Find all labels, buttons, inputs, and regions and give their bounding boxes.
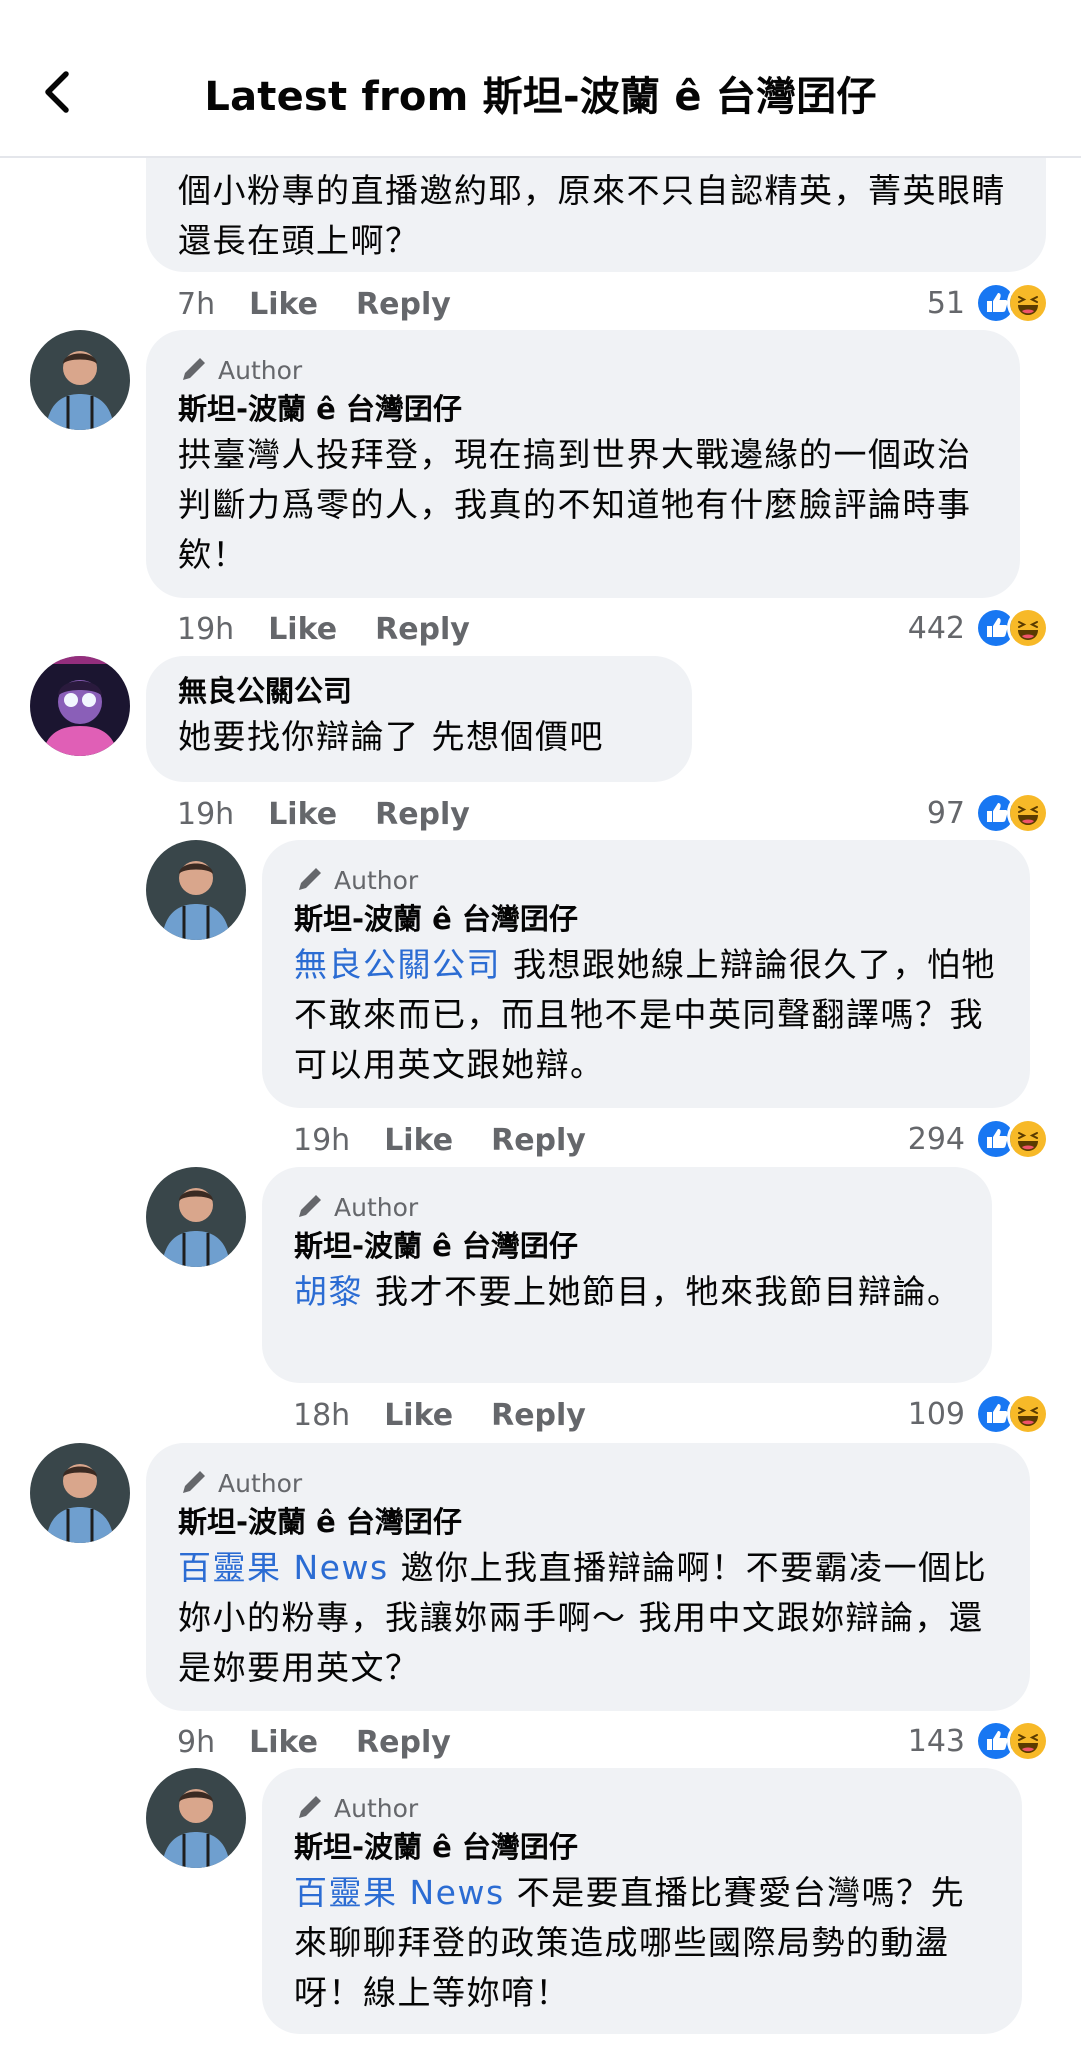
comment-actions: 9h Like Reply: [177, 1720, 489, 1764]
reaction-summary[interactable]: 51: [927, 279, 1049, 327]
like-button[interactable]: Like: [268, 797, 337, 832]
author-badge: Author: [178, 1465, 1000, 1501]
avatar[interactable]: [30, 330, 130, 430]
comment-actions: 7h Like Reply: [177, 282, 489, 326]
reaction-summary[interactable]: 109: [908, 1390, 1049, 1438]
reaction-count: 109: [907, 1396, 965, 1432]
comment-text: 拱臺灣人投拜登，現在搞到世界大戰邊緣的一個政治判斷力爲零的人，我真的不知道牠有什…: [178, 435, 972, 574]
reply-button[interactable]: Reply: [491, 1398, 586, 1433]
comment-author[interactable]: 斯坦-波蘭 ê 台灣囝仔: [294, 898, 1000, 940]
comment-text: 無良公關公司 我想跟她線上辯論很久了，怕牠不敢來而已，而且牠不是中英同聲翻譯嗎？…: [294, 940, 1000, 1090]
author-badge: Author: [294, 1189, 962, 1225]
author-badge-label: Author: [218, 355, 303, 385]
haha-reaction-icon: [1007, 1393, 1049, 1435]
reaction-count: 294: [907, 1121, 965, 1157]
avatar[interactable]: [146, 840, 246, 940]
comment-bubble: Author 斯坦-波蘭 ê 台灣囝仔 百靈果 News 邀你上我直播辯論啊！不…: [146, 1443, 1030, 1711]
comment-time: 9h: [177, 1724, 216, 1760]
reply-button[interactable]: Reply: [491, 1123, 586, 1158]
comment-time: 7h: [177, 286, 216, 322]
author-badge-label: Author: [334, 1793, 419, 1823]
like-button[interactable]: Like: [384, 1398, 453, 1433]
avatar[interactable]: [30, 1443, 130, 1543]
reply-button[interactable]: Reply: [375, 612, 470, 647]
comment-bubble: 無良公關公司 她要找你辯論了 先想個價吧: [146, 656, 692, 782]
like-button[interactable]: Like: [249, 287, 318, 322]
pen-icon: [183, 1471, 205, 1493]
reaction-count: 442: [907, 610, 965, 646]
comment-time: 19h: [177, 611, 235, 647]
mention-link[interactable]: 百靈果 News: [178, 1548, 389, 1587]
comment-actions: 19h Like Reply: [293, 1118, 624, 1162]
comment-text: 個小粉專的直播邀約耶，原來不只自認精英，菁英眼睛還長在頭上啊？: [178, 171, 1006, 260]
author-badge-label: Author: [334, 1192, 419, 1222]
reaction-count: 143: [907, 1723, 965, 1759]
like-button[interactable]: Like: [249, 1725, 318, 1760]
mention-link[interactable]: 無良公關公司: [294, 945, 501, 984]
haha-reaction-icon: [1007, 792, 1049, 834]
reaction-count: 97: [926, 795, 965, 831]
mention-link[interactable]: 百靈果 News: [294, 1873, 505, 1912]
comment-author[interactable]: 斯坦-波蘭 ê 台灣囝仔: [294, 1826, 992, 1868]
avatar[interactable]: [146, 1167, 246, 1267]
comment-bubble: Author 斯坦-波蘭 ê 台灣囝仔 拱臺灣人投拜登，現在搞到世界大戰邊緣的一…: [146, 330, 1020, 598]
comment-bubble: Author 斯坦-波蘭 ê 台灣囝仔 百靈果 News 不是要直播比賽愛台灣嗎…: [262, 1768, 1022, 2034]
like-button[interactable]: Like: [268, 612, 337, 647]
comment-actions: 19h Like Reply: [177, 792, 508, 836]
comment-author[interactable]: 斯坦-波蘭 ê 台灣囝仔: [294, 1225, 962, 1267]
reply-button[interactable]: Reply: [375, 797, 470, 832]
like-button[interactable]: Like: [384, 1123, 453, 1158]
comment-time: 19h: [177, 796, 235, 832]
reply-button[interactable]: Reply: [356, 1725, 451, 1760]
reply-button[interactable]: Reply: [356, 287, 451, 322]
comment-bubble: Author 斯坦-波蘭 ê 台灣囝仔 無良公關公司 我想跟她線上辯論很久了，怕…: [262, 840, 1030, 1108]
page-title: Latest from 斯坦-波蘭 ê 台灣囝仔: [204, 74, 877, 120]
mention-link[interactable]: 胡黎: [294, 1272, 363, 1311]
comment-actions: 19h Like Reply: [177, 607, 508, 651]
comment-text: 她要找你辯論了 先想個價吧: [178, 717, 604, 756]
pen-icon: [299, 868, 321, 890]
avatar[interactable]: [146, 1768, 246, 1868]
top-bar: Latest from 斯坦-波蘭 ê 台灣囝仔: [0, 0, 1081, 158]
comment-text: 百靈果 News 不是要直播比賽愛台灣嗎？先來聊聊拜登的政策造成哪些國際局勢的動…: [294, 1868, 992, 2018]
pen-icon: [299, 1195, 321, 1217]
reaction-count: 51: [926, 285, 965, 321]
comment-bubble: Author 斯坦-波蘭 ê 台灣囝仔 胡黎 我才不要上她節目，牠來我節目辯論。: [262, 1167, 992, 1383]
comment-text: 百靈果 News 邀你上我直播辯論啊！不要霸凌一個比妳小的粉專，我讓妳兩手啊～ …: [178, 1543, 1000, 1693]
pen-icon: [183, 358, 205, 380]
author-badge: Author: [294, 862, 1000, 898]
avatar[interactable]: [30, 656, 130, 756]
comment-text: 胡黎 我才不要上她節目，牠來我節目辯論。: [294, 1267, 962, 1317]
comment-author[interactable]: 斯坦-波蘭 ê 台灣囝仔: [178, 1501, 1000, 1543]
comment-time: 19h: [293, 1122, 351, 1158]
haha-reaction-icon: [1007, 1720, 1049, 1762]
author-badge-label: Author: [218, 1468, 303, 1498]
comment-body: 我才不要上她節目，牠來我節目辯論。: [363, 1272, 962, 1311]
comment-actions: 18h Like Reply: [293, 1393, 624, 1437]
author-badge: Author: [294, 1790, 992, 1826]
reaction-summary[interactable]: 294: [908, 1115, 1049, 1163]
comment-author[interactable]: 斯坦-波蘭 ê 台灣囝仔: [178, 388, 990, 430]
haha-reaction-icon: [1007, 1118, 1049, 1160]
haha-reaction-icon: [1007, 607, 1049, 649]
reaction-summary[interactable]: 97: [927, 789, 1049, 837]
reaction-summary[interactable]: 143: [908, 1717, 1049, 1765]
reaction-summary[interactable]: 442: [908, 604, 1049, 652]
author-badge-label: Author: [334, 865, 419, 895]
pen-icon: [299, 1796, 321, 1818]
comment-author[interactable]: 無良公關公司: [178, 670, 662, 712]
comment-time: 18h: [293, 1397, 351, 1433]
haha-reaction-icon: [1007, 282, 1049, 324]
author-badge: Author: [178, 352, 990, 388]
